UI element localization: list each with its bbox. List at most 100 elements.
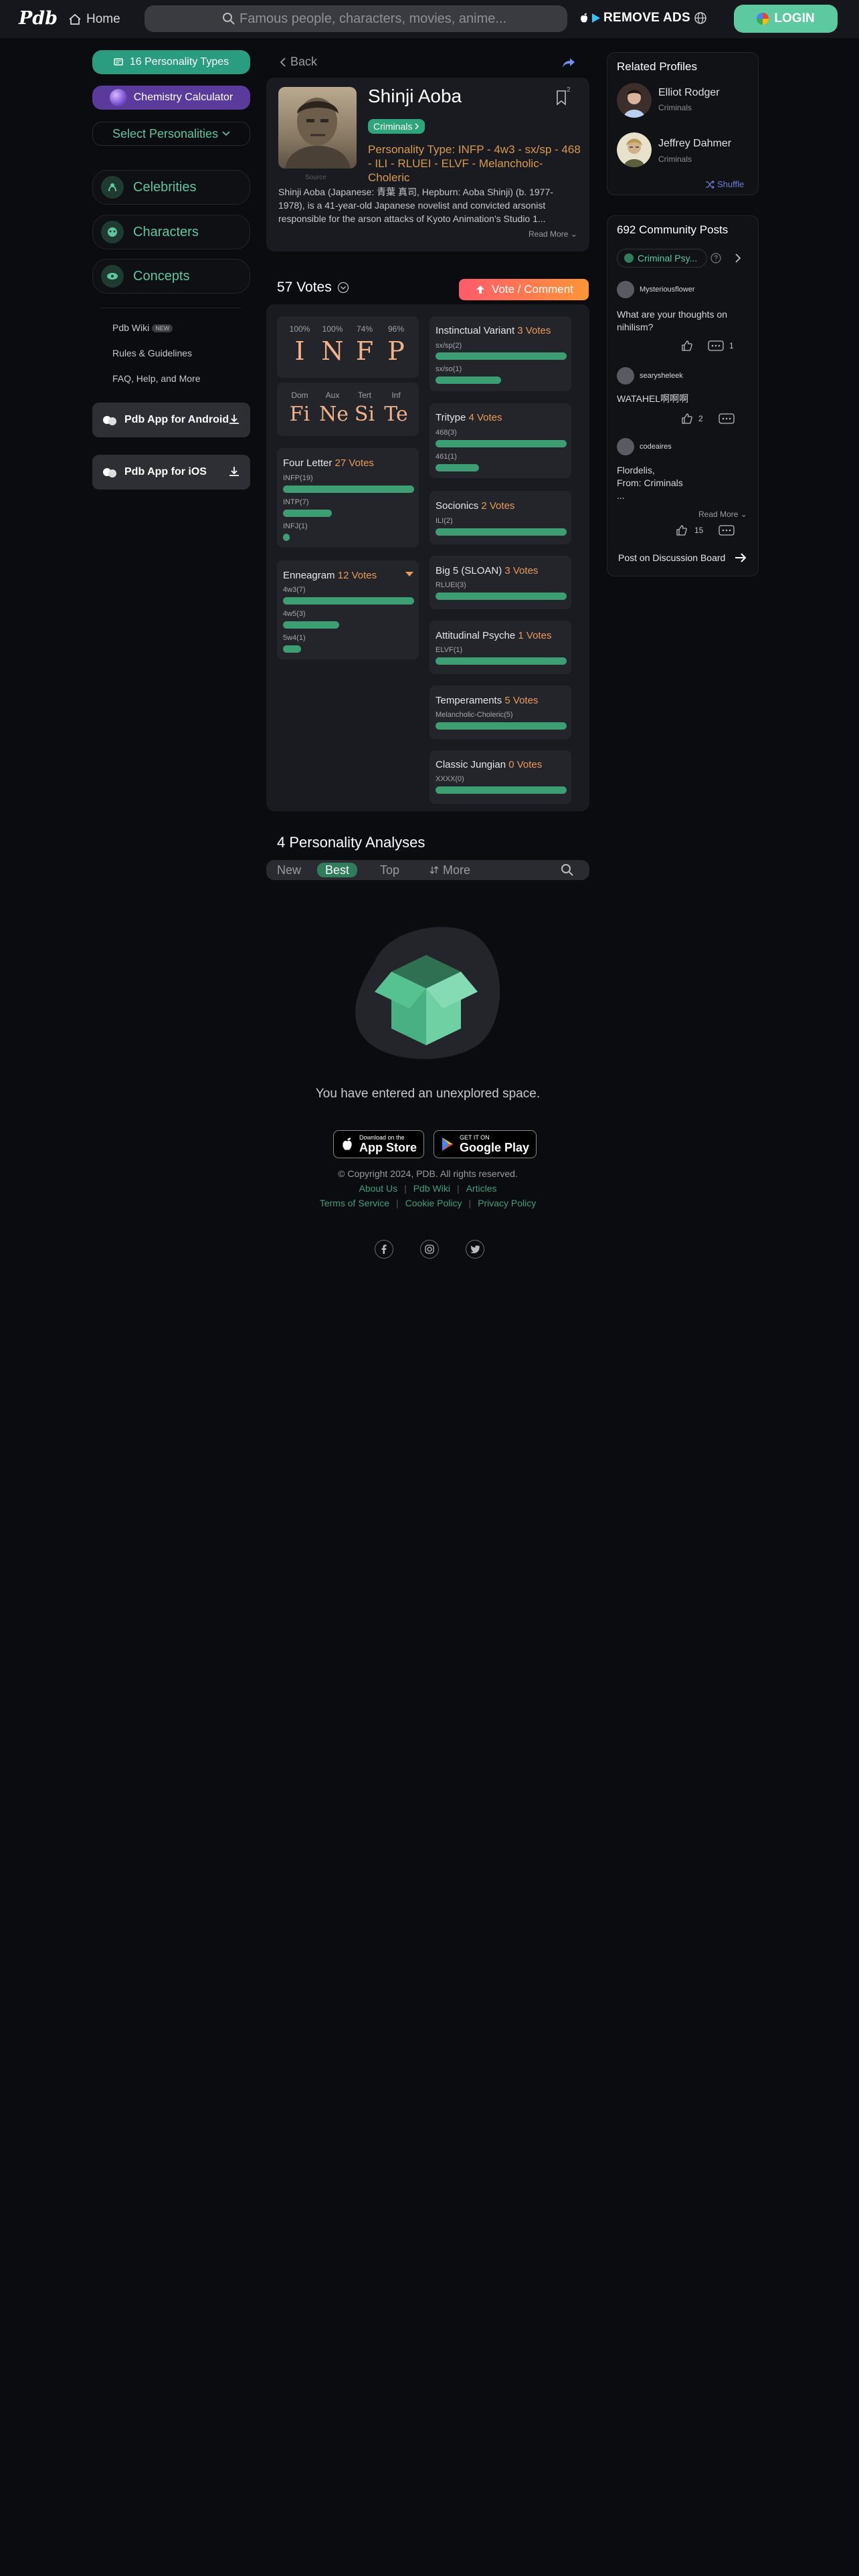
login-button[interactable]: LOGIN xyxy=(734,5,838,33)
twitter-icon[interactable] xyxy=(466,1240,484,1259)
photo-credit[interactable]: Source xyxy=(305,174,326,181)
sidebar-link-rules[interactable]: Rules & Guidelines xyxy=(112,348,192,358)
post-avatar[interactable] xyxy=(617,367,634,385)
tab-top[interactable]: Top xyxy=(372,863,407,877)
ios-app-button[interactable]: Pdb App for iOS xyxy=(92,455,250,490)
profile-name: Shinji Aoba xyxy=(368,86,462,106)
shuffle-button[interactable]: Shuffle xyxy=(705,179,744,189)
bookmark-button[interactable]: 2 xyxy=(555,86,571,110)
footer-link-wiki[interactable]: Pdb Wiki xyxy=(413,1183,450,1194)
tab-more-label: More xyxy=(443,863,471,877)
comment-icon[interactable] xyxy=(719,525,735,536)
footer-link-privacy[interactable]: Privacy Policy xyxy=(478,1198,536,1208)
remove-ads-button[interactable]: REMOVE ADS xyxy=(579,11,690,25)
help-icon[interactable] xyxy=(710,253,721,263)
app-store-badge[interactable]: Download on the App Store xyxy=(333,1130,425,1158)
socionics-title: Socionics 2 Votes xyxy=(436,500,514,512)
vote-row-label: 4w3(7) xyxy=(283,586,306,594)
footer-link-cookie[interactable]: Cookie Policy xyxy=(405,1198,462,1208)
vote-bar xyxy=(283,597,414,605)
letter-value: F xyxy=(355,336,374,366)
vote-row-label: INTP(7) xyxy=(283,498,309,506)
post-text[interactable]: WATAHEL啊啊啊 xyxy=(617,393,744,405)
post-text[interactable]: What are your thoughts on nihilism? xyxy=(617,308,744,334)
share-icon[interactable] xyxy=(562,58,575,68)
chevron-down-circle-icon[interactable] xyxy=(337,282,349,294)
login-label: LOGIN xyxy=(774,11,815,25)
google-play-badge[interactable]: GET IT ON Google Play xyxy=(434,1130,537,1158)
search-input[interactable] xyxy=(240,8,547,29)
related-avatar[interactable] xyxy=(617,132,652,167)
post-username[interactable]: Mysteriousflower xyxy=(640,286,695,294)
globe-icon[interactable] xyxy=(693,11,708,25)
pdb-logo[interactable]: Pdb xyxy=(19,8,58,29)
chevron-left-icon xyxy=(280,57,286,67)
vote-row-label: sx/sp(2) xyxy=(436,342,462,350)
footer-link-terms[interactable]: Terms of Service xyxy=(320,1198,389,1208)
category-count: 27 Votes xyxy=(335,457,374,469)
community-chip[interactable]: Criminal Psy... xyxy=(617,249,707,267)
post-username[interactable]: codeaires xyxy=(640,443,672,451)
apple-icon xyxy=(581,13,587,23)
select-label: Select Personalities xyxy=(112,126,219,140)
sidebar-item-characters[interactable]: Characters xyxy=(92,215,250,249)
remove-ads-label: REMOVE ADS xyxy=(603,11,691,25)
post-read-more[interactable]: Read More ⌄ xyxy=(698,510,747,519)
home-link[interactable]: Home xyxy=(68,12,120,27)
post-text[interactable]: Flordelis, From: Criminals ... xyxy=(617,464,744,502)
like-icon[interactable] xyxy=(681,413,693,425)
post-username[interactable]: searysheleek xyxy=(640,372,683,380)
personality-type-line: Personality Type: INFP - 4w3 - sx/sp - 4… xyxy=(368,143,581,184)
vote-comment-button[interactable]: Vote / Comment xyxy=(459,279,589,300)
vote-bar xyxy=(436,440,567,447)
android-app-button[interactable]: Pdb App for Android xyxy=(92,403,250,437)
post-avatar[interactable] xyxy=(617,438,634,455)
like-icon[interactable] xyxy=(681,340,693,352)
caret-down-icon[interactable] xyxy=(405,572,413,577)
footer-link-about[interactable]: About Us xyxy=(359,1183,397,1194)
function-value: Si xyxy=(354,403,375,426)
post-avatar[interactable] xyxy=(617,281,634,298)
instagram-icon[interactable] xyxy=(420,1240,439,1259)
read-more-link[interactable]: Read More ⌄ xyxy=(529,229,577,239)
related-name[interactable]: Jeffrey Dahmer xyxy=(658,138,731,150)
16-types-label: 16 Personality Types xyxy=(129,56,229,68)
comment-icon[interactable] xyxy=(708,340,724,351)
category-count: 1 Votes xyxy=(518,630,552,641)
vote-row-label: ELVF(1) xyxy=(436,646,463,654)
sidebar-item-concepts[interactable]: Concepts xyxy=(92,259,250,294)
concepts-label: Concepts xyxy=(133,268,190,284)
home-label: Home xyxy=(86,12,120,26)
facebook-icon[interactable] xyxy=(375,1240,393,1259)
related-category: Criminals xyxy=(658,103,692,112)
footer-link-articles[interactable]: Articles xyxy=(466,1183,497,1194)
jungian-title: Classic Jungian 0 Votes xyxy=(436,759,542,770)
search-bar[interactable] xyxy=(145,5,567,32)
select-personalities-dropdown[interactable]: Select Personalities xyxy=(92,122,250,146)
category-title: Temperaments xyxy=(436,695,502,706)
analyses-title: 4 Personality Analyses xyxy=(277,834,425,851)
chemistry-calculator-button[interactable]: Chemistry Calculator xyxy=(92,86,250,110)
16-personality-types-button[interactable]: 16 Personality Types xyxy=(92,50,250,74)
tab-best[interactable]: Best xyxy=(317,863,358,877)
related-name[interactable]: Elliot Rodger xyxy=(658,87,720,99)
apple-icon xyxy=(343,1138,352,1150)
category-title: Four Letter xyxy=(283,457,332,469)
post-discussion-button[interactable]: Post on Discussion Board xyxy=(618,552,747,563)
like-icon[interactable] xyxy=(676,524,688,536)
back-button[interactable]: Back xyxy=(280,55,317,69)
arrow-right-icon xyxy=(735,553,747,562)
sidebar-item-celebrities[interactable]: Celebrities xyxy=(92,170,250,205)
post-read-more-label: Read More xyxy=(698,510,739,519)
chevron-right-icon[interactable] xyxy=(735,253,741,263)
vote-bar xyxy=(436,657,567,665)
category-tag[interactable]: Criminals xyxy=(368,119,425,134)
comment-icon[interactable] xyxy=(719,413,735,424)
search-icon[interactable] xyxy=(561,863,574,877)
tab-new[interactable]: New xyxy=(269,863,309,877)
sidebar-link-wiki[interactable]: Pdb Wiki NEW xyxy=(112,322,173,333)
sidebar-link-faq[interactable]: FAQ, Help, and More xyxy=(112,373,201,384)
search-icon xyxy=(223,13,235,25)
tab-more[interactable]: More xyxy=(421,863,478,877)
related-avatar[interactable] xyxy=(617,83,652,118)
